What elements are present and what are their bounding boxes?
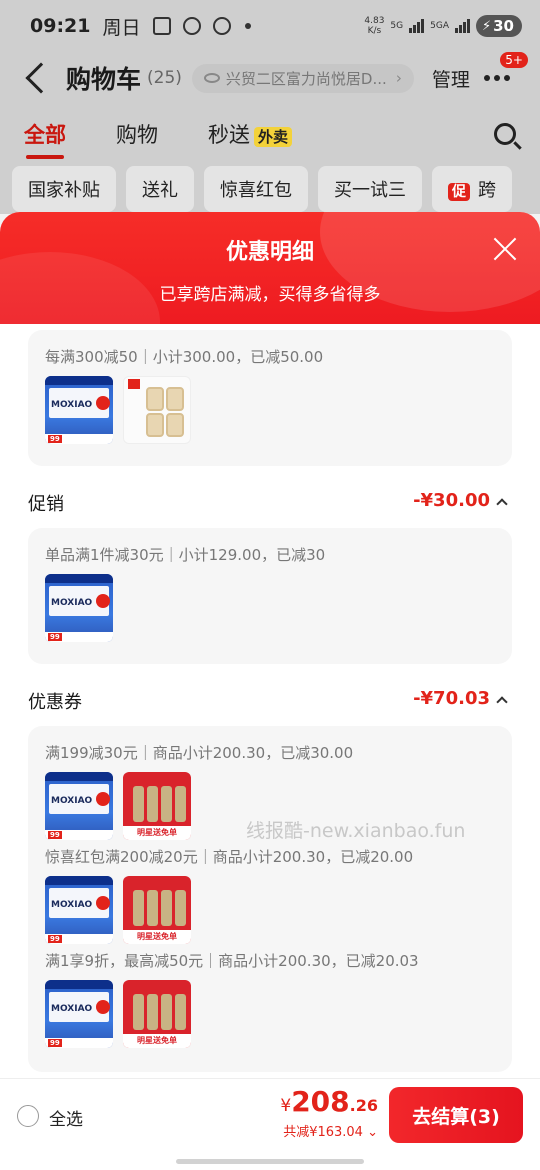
status-time: 09:21 [30,15,91,37]
total-price: ¥208.26 [280,1085,378,1118]
signal-icon-2 [454,19,470,33]
chip-red-packet[interactable]: 惊喜红包 [204,166,308,212]
signal-icon [409,19,425,33]
more-menu-button[interactable]: 5+ [483,52,528,88]
discount-desc: 每满300减50｜小计300.00，已减50.00 [45,348,324,366]
address-selector[interactable]: 兴贸二区富力尚悦居D... › [191,63,414,93]
sheet-title: 优惠明细 [225,240,314,265]
product-thumbnail-moxiao[interactable]: MOXIAO 99 [45,772,113,840]
home-indicator [176,1159,364,1164]
more-dot-icon [493,75,500,81]
chevron-down-icon: ⌄ [367,1125,378,1140]
notification-icon [212,17,231,35]
status-day: 周日 [102,16,141,39]
cart-tabs: 全部 购物 秒送 外卖 [0,104,540,164]
chip-national-subsidy[interactable]: 国家补贴 [12,166,116,212]
discount-desc: 单品满1件减30元｜小计129.00，已减30 [45,546,326,564]
select-all-checkbox[interactable] [17,1105,39,1127]
product-thumbnail-moxiao[interactable]: MOXIAO 99 [45,376,113,444]
more-dot-icon [503,75,510,81]
discount-desc: 满199减30元｜商品小计200.30，已减30.00 [45,744,354,762]
cart-count: (25) [147,68,182,88]
product-thumbnail-moxiao[interactable]: MOXIAO 99 [45,574,113,642]
network-type-2: 5GA [430,21,449,31]
discount-detail-sheet: 优惠明细 已享跨店满减，买得多省得多 每满300减50｜小计300.00，已减5… [0,212,540,1078]
chip-gift[interactable]: 送礼 [126,166,194,212]
sheet-header: 优惠明细 已享跨店满减，买得多省得多 [0,212,540,324]
product-thumbnail-moxiao[interactable]: MOXIAO 99 [45,980,113,1048]
chevron-up-icon[interactable] [496,696,508,708]
tab-shopping[interactable]: 购物 [116,119,158,149]
chip-try-three[interactable]: 买一试三 [318,166,422,212]
cart-header: 购物车 (25) 兴贸二区富力尚悦居D... › 管理 5+ [0,52,540,104]
promotion-title: 促销 [28,494,64,515]
close-icon[interactable] [492,236,518,262]
battery-indicator: ⚡ 30 [475,15,522,37]
tab-instant[interactable]: 秒送 外卖 [208,119,293,149]
status-bar: 09:21 周日 4.83 K/s 5G 5GA ⚡ 30 [0,0,540,52]
more-dot-icon [483,75,490,81]
promotion-card: 单品满1件减30元｜小计129.00，已减30 MOXIAO 99 [28,528,512,664]
product-thumbnail-redbox[interactable]: 明星送免单 [123,980,191,1048]
chip-cross-store[interactable]: 促跨 [432,166,512,212]
product-thumbnail-redbox[interactable]: 明星送免单 [123,772,191,840]
coupon-amount: -¥70.03 [413,688,490,709]
tab-all[interactable]: 全部 [24,119,66,159]
checkout-bar: 全选 ¥208.26 共减¥163.04 ⌄ 去结算(3) [0,1078,540,1170]
network-speed: 4.83 K/s [364,16,385,36]
watermark-text: 线报酷-new.xianbao.fun [246,820,466,842]
more-notifications-dot [244,23,251,29]
coupon-title: 优惠券 [28,692,82,713]
manage-button[interactable]: 管理 [432,65,470,92]
store-discount-card: 每满300减50｜小计300.00，已减50.00 MOXIAO 99 [28,330,512,466]
select-all-label[interactable]: 全选 [49,1105,83,1130]
promo-tag-icon: 促 [448,183,470,201]
takeout-tag: 外卖 [254,127,293,147]
checkout-button[interactable]: 去结算(3) [389,1087,523,1143]
discount-desc: 满1享9折，最高减50元｜商品小计200.30，已减20.03 [45,952,419,970]
no-disturb-icon [182,17,201,35]
charging-icon: ⚡ [481,18,492,34]
message-badge: 5+ [500,52,528,68]
eye-icon [203,73,220,83]
screenshot-icon [152,17,171,35]
chevron-up-icon[interactable] [496,498,508,510]
page-title: 购物车 [66,65,142,94]
coupon-card: 满199减30元｜商品小计200.30，已减30.00 MOXIAO 99 明星送… [28,726,512,1072]
product-thumbnail-tape[interactable] [123,376,191,444]
network-type-1: 5G [390,21,404,31]
filter-chips: 国家补贴 送礼 惊喜红包 买一试三 促跨 [0,164,540,214]
product-thumbnail-moxiao[interactable]: MOXIAO 99 [45,876,113,944]
promotion-amount: -¥30.00 [413,490,490,511]
sheet-subtitle: 已享跨店满减，买得多省得多 [159,285,381,305]
discount-desc: 惊喜红包满200减20元｜商品小计200.30，已减20.00 [45,848,414,866]
product-thumbnail-redbox[interactable]: 明星送免单 [123,876,191,944]
search-icon[interactable] [494,123,516,145]
total-saved[interactable]: 共减¥163.04 ⌄ [283,1121,378,1140]
address-text: 兴贸二区富力尚悦居D... [225,69,387,88]
chevron-right-icon: › [395,69,402,87]
back-arrow-icon[interactable] [25,62,57,94]
